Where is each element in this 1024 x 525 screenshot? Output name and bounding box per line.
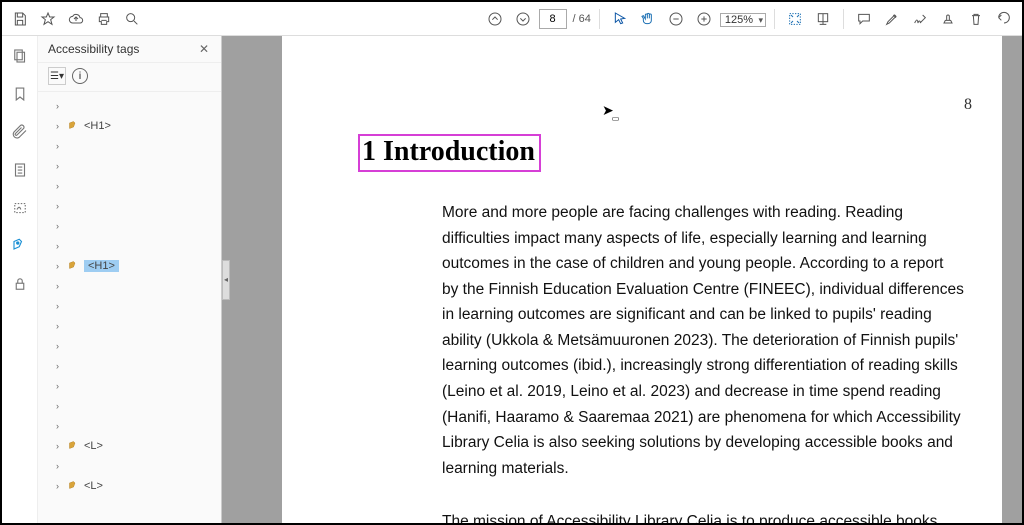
tag-label: <L> — [84, 440, 103, 452]
document-page: ➤▭ 8 1 Introduction More and more people… — [282, 36, 1002, 523]
chevron-right-icon[interactable]: › — [56, 401, 59, 411]
chevron-right-icon[interactable]: › — [56, 481, 64, 491]
collapse-panel-handle[interactable]: ◂ — [222, 260, 230, 300]
chevron-right-icon[interactable]: › — [56, 101, 59, 111]
comment-icon[interactable] — [852, 7, 876, 31]
read-mode-icon[interactable] — [811, 7, 835, 31]
chevron-right-icon[interactable]: › — [56, 261, 64, 271]
layers-icon[interactable] — [10, 160, 30, 180]
info-icon[interactable]: i — [72, 68, 88, 84]
tag-tree-item[interactable]: ›<P> — [48, 96, 221, 116]
chevron-right-icon[interactable]: › — [56, 201, 59, 211]
document-viewport[interactable]: ◂ ➤▭ 8 1 Introduction More and more peop… — [222, 36, 1022, 523]
tag-tree-item[interactable]: › <L> — [48, 476, 221, 496]
chevron-right-icon[interactable]: › — [56, 141, 59, 151]
bookmarks-icon[interactable] — [10, 84, 30, 104]
body-paragraph: The mission of Accessibility Library Cel… — [442, 509, 964, 523]
chevron-right-icon[interactable]: › — [56, 161, 59, 171]
hand-tool-icon[interactable] — [636, 7, 660, 31]
tag-tree-item[interactable]: ›<P> — [48, 236, 221, 256]
chevron-right-icon[interactable]: › — [56, 461, 59, 471]
tag-tree-item[interactable]: ›<P> — [48, 296, 221, 316]
tag-label: <L> — [84, 480, 103, 492]
heading-h1-highlighted: 1 Introduction — [358, 134, 541, 172]
chevron-right-icon[interactable]: › — [56, 301, 59, 311]
chevron-right-icon[interactable]: › — [56, 441, 64, 451]
tag-tree-item[interactable]: ›<P> — [48, 216, 221, 236]
chevron-right-icon[interactable]: › — [56, 181, 59, 191]
page-number-input[interactable] — [539, 9, 567, 29]
chevron-right-icon[interactable]: › — [56, 421, 59, 431]
zoom-in-icon[interactable] — [692, 7, 716, 31]
print-icon[interactable] — [92, 7, 116, 31]
undo-icon[interactable] — [992, 7, 1016, 31]
heading-tag-icon — [68, 260, 80, 272]
chevron-right-icon[interactable]: › — [56, 381, 59, 391]
tag-tree-item[interactable]: ›<P> — [48, 196, 221, 216]
tag-label: <H1> — [84, 120, 111, 132]
accessibility-tags-panel: Accessibility tags ✕ ☰▾ i ›<P>›<H1>›<P>›… — [38, 36, 222, 523]
chevron-right-icon[interactable]: › — [56, 241, 59, 251]
attachments-icon[interactable] — [10, 122, 30, 142]
chevron-right-icon[interactable]: › — [56, 121, 64, 131]
tag-tree-item[interactable]: ›<P> — [48, 276, 221, 296]
accessibility-tags-icon[interactable] — [10, 236, 30, 256]
zoom-out-icon[interactable] — [664, 7, 688, 31]
highlight-icon[interactable] — [880, 7, 904, 31]
sign-icon[interactable] — [908, 7, 932, 31]
tag-tree-item[interactable]: ›<P> — [48, 416, 221, 436]
star-icon[interactable] — [36, 7, 60, 31]
chevron-right-icon[interactable]: › — [56, 321, 59, 331]
fit-page-icon[interactable] — [783, 7, 807, 31]
heading-tag-icon — [68, 480, 80, 492]
tag-tree-item[interactable]: ›<P> — [48, 376, 221, 396]
separator — [843, 9, 844, 29]
cloud-upload-icon[interactable] — [64, 7, 88, 31]
thumbnails-icon[interactable] — [10, 46, 30, 66]
select-tool-icon[interactable] — [608, 7, 632, 31]
page-number-label: 8 — [964, 96, 972, 114]
tag-tree-item[interactable]: ›<P> — [48, 156, 221, 176]
panel-title: Accessibility tags — [48, 42, 139, 56]
zoom-dropdown[interactable]: 125% — [720, 12, 766, 26]
chevron-right-icon[interactable]: › — [56, 221, 59, 231]
tag-tree-item-selected[interactable]: › <H1> — [48, 256, 221, 276]
separator — [774, 9, 775, 29]
chevron-right-icon[interactable]: › — [56, 361, 59, 371]
tag-tree-item[interactable]: ›<P> — [48, 316, 221, 336]
tag-tree-item[interactable]: › <L> — [48, 436, 221, 456]
tags-tree[interactable]: ›<P>›<H1>›<P>›<P>›<P>›<P>›<P>›<P>›<H1>›<… — [38, 92, 221, 523]
chevron-right-icon[interactable]: › — [56, 281, 59, 291]
tag-tree-item[interactable]: ›<P> — [48, 356, 221, 376]
sidebar-rail — [2, 36, 38, 523]
tag-tree-item[interactable]: ›<P> — [48, 396, 221, 416]
tag-tree-item[interactable]: ›<P> — [48, 456, 221, 476]
stamp-icon[interactable] — [936, 7, 960, 31]
tag-tree-item[interactable]: ›<P> — [48, 176, 221, 196]
signatures-icon[interactable] — [10, 198, 30, 218]
security-icon[interactable] — [10, 274, 30, 294]
tag-label: <H1> — [84, 260, 119, 272]
body-paragraph: More and more people are facing challeng… — [442, 200, 964, 481]
page-down-icon[interactable] — [511, 7, 535, 31]
page-total-label: / 64 — [573, 13, 591, 25]
tag-tree-item[interactable]: ›<P> — [48, 136, 221, 156]
page-up-icon[interactable] — [483, 7, 507, 31]
heading-tag-icon — [68, 120, 80, 132]
tag-tree-item[interactable]: ›<P> — [48, 336, 221, 356]
close-panel-icon[interactable]: ✕ — [199, 42, 213, 56]
chevron-right-icon[interactable]: › — [56, 341, 59, 351]
separator — [599, 9, 600, 29]
tag-tree-item[interactable]: › <H1> — [48, 116, 221, 136]
search-icon[interactable] — [120, 7, 144, 31]
main-toolbar: / 64 125% — [2, 2, 1022, 36]
heading-tag-icon — [68, 440, 80, 452]
delete-icon[interactable] — [964, 7, 988, 31]
save-icon[interactable] — [8, 7, 32, 31]
tree-options-icon[interactable]: ☰▾ — [48, 67, 66, 85]
cursor-indicator: ➤▭ — [602, 102, 621, 119]
